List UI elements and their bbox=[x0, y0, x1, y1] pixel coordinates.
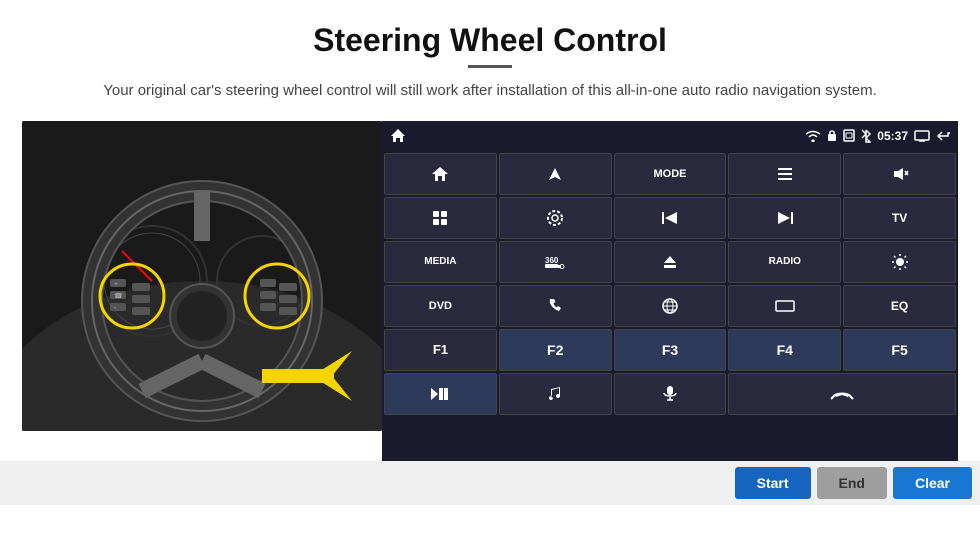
playpause-btn[interactable] bbox=[384, 373, 497, 415]
mute-btn[interactable] bbox=[843, 153, 956, 195]
page-title-section: Steering Wheel Control Your original car… bbox=[0, 0, 980, 103]
dvd-btn[interactable]: DVD bbox=[384, 285, 497, 327]
screen-rect-btn[interactable] bbox=[728, 285, 841, 327]
svg-text:360: 360 bbox=[545, 256, 559, 265]
browse-btn[interactable] bbox=[614, 285, 727, 327]
tv-btn[interactable]: TV bbox=[843, 197, 956, 239]
next-btn[interactable] bbox=[728, 197, 841, 239]
main-title: Steering Wheel Control bbox=[0, 0, 980, 65]
empty-cell bbox=[384, 417, 497, 459]
mode-btn[interactable]: MODE bbox=[614, 153, 727, 195]
callend-btn[interactable] bbox=[728, 373, 956, 415]
settings-btn[interactable] bbox=[499, 197, 612, 239]
media-btn[interactable]: MEDIA bbox=[384, 241, 497, 283]
svg-text:+: + bbox=[114, 281, 118, 288]
cam360-btn[interactable]: 360 bbox=[499, 241, 612, 283]
time-display: 05:37 bbox=[877, 129, 908, 143]
title-divider bbox=[468, 65, 512, 68]
button-grid: MODE TV ME bbox=[382, 151, 958, 461]
phone-btn[interactable] bbox=[499, 285, 612, 327]
music-btn[interactable] bbox=[499, 373, 612, 415]
status-bar: 05:37 bbox=[382, 121, 958, 151]
nav-btn[interactable] bbox=[499, 153, 612, 195]
home-btn[interactable] bbox=[384, 153, 497, 195]
clear-button[interactable]: Clear bbox=[893, 467, 972, 499]
end-button[interactable]: End bbox=[817, 467, 887, 499]
f1-btn[interactable]: F1 bbox=[384, 329, 497, 371]
apps-btn[interactable] bbox=[384, 197, 497, 239]
status-left bbox=[390, 128, 406, 144]
mic-btn[interactable] bbox=[614, 373, 727, 415]
f5-btn[interactable]: F5 bbox=[843, 329, 956, 371]
subtitle-text: Your original car's steering wheel contr… bbox=[0, 80, 980, 103]
prev-btn[interactable] bbox=[614, 197, 727, 239]
status-right: 05:37 bbox=[805, 129, 950, 143]
wifi-icon bbox=[805, 130, 821, 142]
back-icon bbox=[936, 130, 950, 142]
f2-btn[interactable]: F2 bbox=[499, 329, 612, 371]
home-icon bbox=[390, 128, 406, 144]
eq-btn[interactable]: EQ bbox=[843, 285, 956, 327]
f4-btn[interactable]: F4 bbox=[728, 329, 841, 371]
control-panel: 05:37 MODE bbox=[382, 121, 958, 461]
eject-btn[interactable] bbox=[614, 241, 727, 283]
steering-wheel-image: + ☎ - bbox=[22, 121, 382, 431]
screen-icon bbox=[914, 130, 930, 142]
sim-icon bbox=[843, 129, 855, 142]
radio-btn[interactable]: RADIO bbox=[728, 241, 841, 283]
list-btn[interactable] bbox=[728, 153, 841, 195]
bluetooth-icon bbox=[861, 129, 871, 143]
f3-btn[interactable]: F3 bbox=[614, 329, 727, 371]
svg-text:☎: ☎ bbox=[114, 292, 123, 300]
content-row: + ☎ - bbox=[0, 121, 980, 461]
brightness-btn[interactable] bbox=[843, 241, 956, 283]
start-button[interactable]: Start bbox=[735, 467, 811, 499]
bottom-bar: Start End Clear bbox=[0, 461, 980, 505]
lock-icon bbox=[827, 129, 837, 142]
